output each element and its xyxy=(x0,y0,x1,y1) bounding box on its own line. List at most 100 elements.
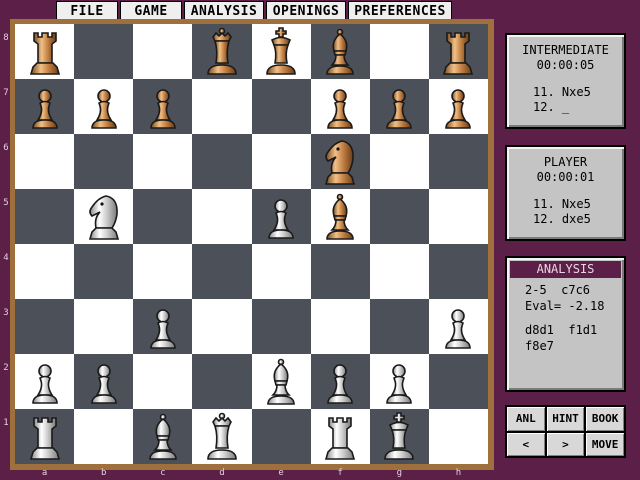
square-d7[interactable] xyxy=(192,79,252,134)
square-d2[interactable] xyxy=(192,354,252,409)
square-f5[interactable] xyxy=(310,189,370,244)
player-panel: PLAYER 00:00:01 11. Nxe5 12. dxe5 xyxy=(505,145,626,241)
square-b5[interactable] xyxy=(74,189,134,244)
square-c3[interactable] xyxy=(133,299,193,354)
square-h4[interactable] xyxy=(428,244,488,299)
square-d5[interactable] xyxy=(192,189,252,244)
black-pawn-icon[interactable] xyxy=(23,82,67,132)
square-f1[interactable] xyxy=(310,409,370,464)
black-rook-icon[interactable] xyxy=(436,27,480,77)
black-pawn-icon[interactable] xyxy=(436,82,480,132)
square-e6[interactable] xyxy=(251,134,311,189)
black-queen-icon[interactable] xyxy=(200,27,244,77)
black-bishop-icon[interactable] xyxy=(318,192,362,242)
move-button[interactable]: MOVE xyxy=(586,432,624,456)
square-g8[interactable] xyxy=(369,24,429,79)
black-pawn-icon[interactable] xyxy=(82,82,126,132)
square-c7[interactable] xyxy=(133,79,193,134)
square-b3[interactable] xyxy=(74,299,134,354)
black-pawn-icon[interactable] xyxy=(141,82,185,132)
white-knight-icon[interactable] xyxy=(82,192,126,242)
white-king-icon[interactable] xyxy=(377,411,421,462)
square-c6[interactable] xyxy=(133,134,193,189)
square-c8[interactable] xyxy=(133,24,193,79)
square-a2[interactable] xyxy=(15,354,75,409)
square-f8[interactable] xyxy=(310,24,370,79)
square-a4[interactable] xyxy=(15,244,75,299)
square-d1[interactable] xyxy=(192,409,252,464)
square-c5[interactable] xyxy=(133,189,193,244)
square-h8[interactable] xyxy=(428,24,488,79)
square-g2[interactable] xyxy=(369,354,429,409)
white-rook-icon[interactable] xyxy=(318,412,362,462)
square-e1[interactable] xyxy=(251,409,311,464)
square-g1[interactable] xyxy=(369,409,429,464)
black-pawn-icon[interactable] xyxy=(318,82,362,132)
square-f4[interactable] xyxy=(310,244,370,299)
square-f3[interactable] xyxy=(310,299,370,354)
square-e8[interactable] xyxy=(251,24,311,79)
book-button[interactable]: BOOK xyxy=(586,407,624,431)
square-g5[interactable] xyxy=(369,189,429,244)
square-b8[interactable] xyxy=(74,24,134,79)
square-h1[interactable] xyxy=(428,409,488,464)
square-g7[interactable] xyxy=(369,79,429,134)
white-pawn-icon[interactable] xyxy=(377,357,421,407)
square-g4[interactable] xyxy=(369,244,429,299)
square-h3[interactable] xyxy=(428,299,488,354)
square-f2[interactable] xyxy=(310,354,370,409)
square-b1[interactable] xyxy=(74,409,134,464)
white-rook-icon[interactable] xyxy=(23,412,67,462)
square-d4[interactable] xyxy=(192,244,252,299)
chess-board[interactable] xyxy=(15,24,488,464)
hint-button[interactable]: HINT xyxy=(546,407,585,431)
square-d8[interactable] xyxy=(192,24,252,79)
black-rook-icon[interactable] xyxy=(23,27,67,77)
white-pawn-icon[interactable] xyxy=(318,357,362,407)
square-e4[interactable] xyxy=(251,244,311,299)
white-pawn-icon[interactable] xyxy=(436,302,480,352)
square-a3[interactable] xyxy=(15,299,75,354)
square-h5[interactable] xyxy=(428,189,488,244)
square-a5[interactable] xyxy=(15,189,75,244)
square-b6[interactable] xyxy=(74,134,134,189)
black-king-icon[interactable] xyxy=(259,26,303,77)
white-bishop-icon[interactable] xyxy=(141,412,185,462)
square-a8[interactable] xyxy=(15,24,75,79)
square-e7[interactable] xyxy=(251,79,311,134)
square-c1[interactable] xyxy=(133,409,193,464)
square-e2[interactable] xyxy=(251,354,311,409)
white-bishop-icon[interactable] xyxy=(259,357,303,407)
square-b4[interactable] xyxy=(74,244,134,299)
square-f6[interactable] xyxy=(310,134,370,189)
forward-button[interactable]: > xyxy=(546,432,585,456)
square-e3[interactable] xyxy=(251,299,311,354)
square-d3[interactable] xyxy=(192,299,252,354)
white-queen-icon[interactable] xyxy=(200,412,244,462)
anl-button[interactable]: ANL xyxy=(507,407,545,431)
square-a1[interactable] xyxy=(15,409,75,464)
square-h6[interactable] xyxy=(428,134,488,189)
square-b2[interactable] xyxy=(74,354,134,409)
black-knight-icon[interactable] xyxy=(318,137,362,187)
white-pawn-icon[interactable] xyxy=(82,357,126,407)
square-c4[interactable] xyxy=(133,244,193,299)
black-pawn-icon[interactable] xyxy=(377,82,421,132)
square-a6[interactable] xyxy=(15,134,75,189)
black-bishop-icon[interactable] xyxy=(318,27,362,77)
square-g3[interactable] xyxy=(369,299,429,354)
white-pawn-icon[interactable] xyxy=(23,357,67,407)
square-d6[interactable] xyxy=(192,134,252,189)
square-h7[interactable] xyxy=(428,79,488,134)
white-pawn-icon[interactable] xyxy=(259,192,303,242)
square-h2[interactable] xyxy=(428,354,488,409)
square-e5[interactable] xyxy=(251,189,311,244)
rank-label: 4 xyxy=(3,252,9,263)
square-a7[interactable] xyxy=(15,79,75,134)
square-g6[interactable] xyxy=(369,134,429,189)
back-button[interactable]: < xyxy=(507,432,545,456)
square-b7[interactable] xyxy=(74,79,134,134)
white-pawn-icon[interactable] xyxy=(141,302,185,352)
square-f7[interactable] xyxy=(310,79,370,134)
square-c2[interactable] xyxy=(133,354,193,409)
